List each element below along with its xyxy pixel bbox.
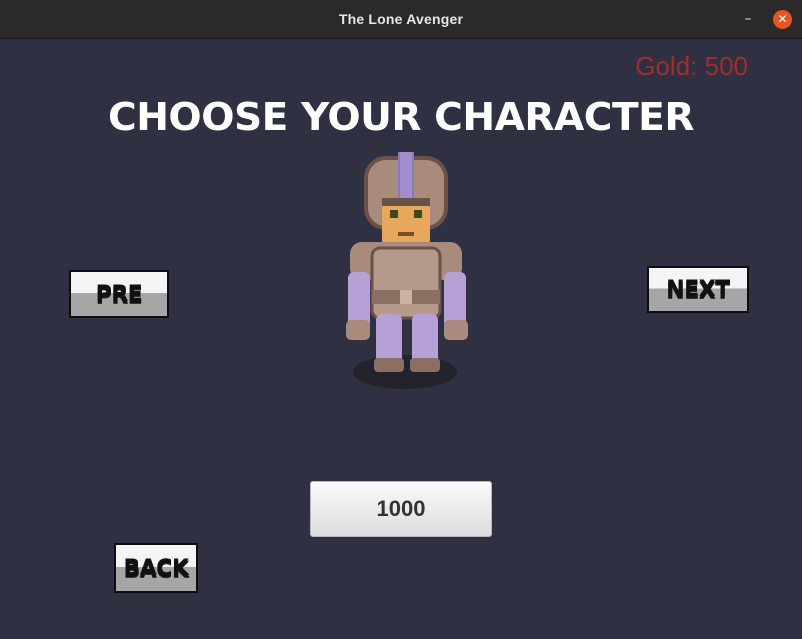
- game-canvas: Gold: 500 CHOOSE YOUR CHARACTER PRE NEXT…: [2, 39, 800, 637]
- window-titlebar: The Lone Avenger – ✕: [0, 0, 802, 39]
- close-button[interactable]: ✕: [773, 10, 792, 29]
- buy-character-button[interactable]: 1000: [310, 481, 492, 537]
- window-title: The Lone Avenger: [338, 11, 464, 27]
- next-character-button[interactable]: NEXT: [647, 266, 749, 313]
- previous-character-button[interactable]: PRE: [69, 270, 169, 318]
- character-sprite: [346, 152, 468, 389]
- minimize-button[interactable]: –: [740, 11, 756, 27]
- gold-counter: Gold: 500: [635, 51, 748, 81]
- back-button[interactable]: BACK: [114, 543, 198, 593]
- page-title: CHOOSE YOUR CHARACTER: [107, 95, 695, 139]
